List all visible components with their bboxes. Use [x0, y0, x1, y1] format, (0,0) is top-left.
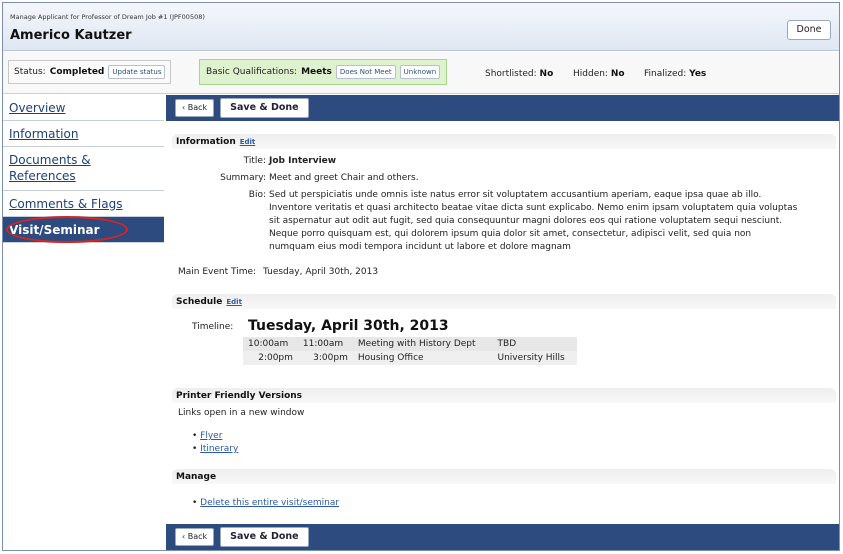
- save-done-button[interactable]: Save & Done: [220, 527, 309, 547]
- shortlisted-flag: Shortlisted: No: [485, 69, 553, 79]
- shortlisted-label: Shortlisted:: [485, 69, 537, 79]
- itinerary-link[interactable]: Itinerary: [200, 444, 238, 454]
- hidden-value: No: [610, 69, 625, 79]
- title-row: Title: Job Interview: [166, 155, 839, 168]
- schedule-edit-link[interactable]: Edit: [226, 298, 242, 306]
- start-time: 10:00am: [248, 339, 289, 349]
- schedule-heading-text: Schedule: [176, 297, 223, 307]
- main-panel: ‹ Back Save & Done Information Edit Title…: [166, 95, 839, 550]
- hidden-label: Hidden:: [573, 69, 608, 79]
- finalized-value: Yes: [689, 69, 707, 79]
- information-edit-link[interactable]: Edit: [240, 138, 256, 146]
- information-heading: Information Edit: [172, 134, 836, 149]
- event-location: TBD: [497, 339, 517, 349]
- back-button[interactable]: ‹ Back: [175, 528, 215, 546]
- shortlisted-value: No: [539, 69, 554, 79]
- sidebar-item-information[interactable]: Information: [3, 121, 164, 147]
- main-event-label: Main Event Time:: [178, 267, 257, 277]
- summary-label: Summary:: [220, 173, 266, 183]
- applicant-window: Manage Applicant for Professor of Dream …: [2, 2, 840, 551]
- summary-row: Summary: Meet and greet Chair and others…: [166, 172, 839, 185]
- sidebar-nav: Overview Information Documents & Referen…: [3, 95, 164, 550]
- list-item: • Itinerary: [192, 444, 239, 454]
- summary-value: Meet and greet Chair and others.: [269, 173, 419, 183]
- table-row: 2:00pm 3:00pm Housing Office University …: [243, 351, 577, 365]
- end-time: 3:00pm: [313, 353, 348, 363]
- window-header: Manage Applicant for Professor of Dream …: [3, 3, 839, 51]
- quals-value: Meets: [301, 67, 332, 77]
- main-event-row: Main Event Time: Tuesday, April 30th, 20…: [166, 266, 839, 279]
- top-toolbar: ‹ Back Save & Done: [166, 95, 839, 121]
- back-button[interactable]: ‹ Back: [175, 99, 215, 117]
- event-name: Meeting with History Dept: [357, 339, 476, 349]
- applicant-name: Americo Kautzer: [10, 28, 132, 43]
- bio-line: Neque porro quisquam est, qui dolorem ip…: [269, 229, 752, 239]
- timeline-label: Timeline:: [192, 322, 234, 332]
- hidden-flag: Hidden: No: [573, 69, 625, 79]
- main-event-value: Tuesday, April 30th, 2013: [263, 267, 379, 277]
- sidebar-item-visit-seminar[interactable]: Visit/Seminar: [3, 216, 164, 243]
- bio-line: numquam eius modi tempora incidunt ut la…: [269, 242, 571, 252]
- bio-line: Sed ut perspiciatis unde omnis iste natu…: [269, 190, 762, 200]
- event-name: Housing Office: [357, 353, 424, 363]
- bio-line: Inventore veritatis et quasi architecto …: [269, 203, 798, 213]
- manage-line: Manage Applicant for Professor of Dream …: [10, 13, 205, 21]
- table-row: 10:00am 11:00am Meeting with History Dep…: [243, 337, 577, 351]
- status-bar: Status: Completed Update status Basic Qu…: [3, 52, 839, 94]
- unknown-button[interactable]: Unknown: [399, 65, 441, 79]
- manage-heading-text: Manage: [176, 472, 217, 482]
- list-item: • Flyer: [192, 431, 223, 441]
- done-button[interactable]: Done: [787, 20, 831, 40]
- event-location: University Hills: [497, 353, 565, 363]
- title-label: Title:: [243, 156, 266, 166]
- manage-heading: Manage: [172, 469, 836, 484]
- finalized-flag: Finalized: Yes: [644, 69, 706, 79]
- printer-heading-text: Printer Friendly Versions: [176, 391, 303, 401]
- status-box: Status: Completed Update status: [8, 60, 172, 84]
- timeline-date: Tuesday, April 30th, 2013: [248, 318, 449, 334]
- basic-qualifications-box: Basic Qualifications: Meets Does Not Mee…: [199, 59, 448, 85]
- printer-note: Links open in a new window: [178, 408, 305, 418]
- sidebar-item-documents-references[interactable]: Documents & References: [3, 147, 164, 191]
- quals-label: Basic Qualifications:: [206, 67, 298, 77]
- does-not-meet-button[interactable]: Does Not Meet: [335, 65, 396, 79]
- start-time: 2:00pm: [258, 353, 293, 363]
- list-item: • Delete this entire visit/seminar: [192, 498, 340, 508]
- title-value: Job Interview: [269, 156, 337, 166]
- bio-label: Bio:: [248, 190, 266, 200]
- bio-line: sit aspernatur aut odit aut fugit, sed q…: [269, 216, 783, 226]
- bottom-toolbar: ‹ Back Save & Done: [166, 524, 839, 550]
- status-label: Status:: [14, 67, 46, 77]
- highlight-ring: [6, 216, 128, 243]
- sidebar-item-overview[interactable]: Overview: [3, 95, 164, 121]
- update-status-button[interactable]: Update status: [108, 65, 166, 79]
- save-done-button[interactable]: Save & Done: [220, 98, 309, 118]
- delete-visit-link[interactable]: Delete this entire visit/seminar: [200, 498, 339, 508]
- schedule-table: 10:00am 11:00am Meeting with History Dep…: [243, 337, 577, 365]
- printer-heading: Printer Friendly Versions: [172, 388, 836, 403]
- finalized-label: Finalized:: [644, 69, 687, 79]
- bio-text: Sed ut perspiciatis unde omnis iste natu…: [269, 189, 834, 254]
- schedule-heading: Schedule Edit: [172, 294, 836, 309]
- flyer-link[interactable]: Flyer: [200, 431, 222, 441]
- end-time: 11:00am: [302, 339, 344, 349]
- status-value: Completed: [49, 67, 105, 77]
- information-heading-text: Information: [176, 137, 236, 147]
- sidebar-item-comments-flags[interactable]: Comments & Flags: [3, 191, 164, 217]
